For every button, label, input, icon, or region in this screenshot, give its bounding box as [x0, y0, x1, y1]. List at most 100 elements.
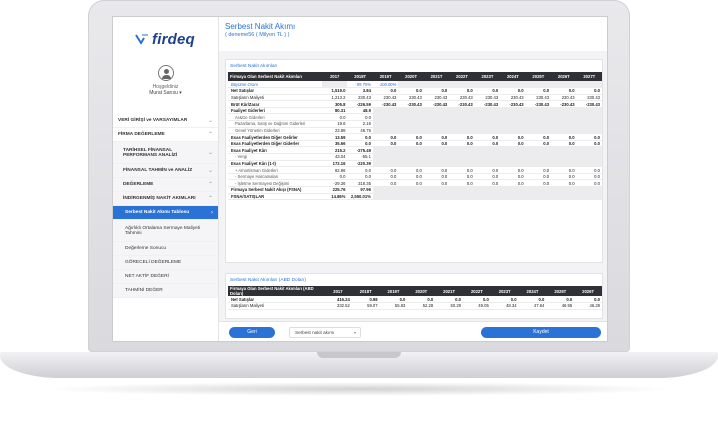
row-label: Satışların Maliyeti — [228, 94, 322, 102]
table-cell: 0.0 — [500, 133, 526, 141]
table-cell — [474, 113, 501, 122]
column-header-label: Firmaya Olan Serbest Nakit Akımları — [228, 72, 322, 81]
table-row: - Vergi 43.04 -55.1 — [228, 153, 602, 161]
table-cell: -226.59 — [347, 100, 373, 108]
table-cell — [576, 81, 602, 89]
table-cell: 416.24 — [324, 296, 352, 304]
sidebar-item-tahmini-deger[interactable]: TAHMİNİ DEĞER — [113, 284, 218, 298]
table-cell — [322, 81, 348, 89]
table-cell: 43.04 — [322, 153, 348, 161]
brand-logo[interactable]: firdeq — [113, 17, 218, 51]
sidebar-item-label: FİRMA DEĞERLEME — [118, 132, 165, 137]
table-cell: 0.0 — [576, 179, 602, 187]
row-label: Satışların Maliyeti — [228, 302, 324, 310]
save-button[interactable]: Kaydet — [481, 327, 601, 338]
table-cell: -275.49 — [347, 146, 373, 155]
table-cell: 0.0 — [372, 87, 399, 95]
table-cell: 0.0 — [449, 140, 475, 148]
table-cell — [500, 113, 526, 122]
table-cell: 0.0 — [551, 140, 577, 148]
laptop-shadow — [40, 382, 678, 396]
table-cell — [551, 113, 577, 122]
sidebar-item-degerleme[interactable]: DEĞERLEME ⌃ — [113, 178, 218, 192]
app-screen: firdeq Hoşgeldiniz Murat Sarısu ▾ VERİ G… — [112, 16, 608, 342]
table-cell: 0.0 — [398, 133, 424, 141]
table-cell — [449, 120, 475, 128]
row-label: Esas Faaliyetlerden Diğer Gelirler — [228, 133, 322, 141]
table-cell: 2.16 — [347, 120, 373, 128]
chevron-up-icon: ⌃ — [207, 182, 213, 188]
card-title: Serbest Nakit Akımları (ABD Doları) — [230, 278, 306, 283]
table-cell — [525, 146, 552, 155]
table-cell: 13.59 — [322, 133, 348, 141]
chevron-down-icon: ⌄ — [207, 168, 213, 174]
column-header-year: 2022T — [462, 286, 491, 296]
table-cell — [474, 120, 501, 128]
sidebar-item-veri-girisi[interactable]: VERİ GİRİŞİ ve VARSAYIMLAR ⌄ — [113, 114, 218, 128]
sidebar-item-goreceli[interactable]: GÖRECELİ DEĞERLEME — [113, 256, 218, 270]
table-cell: 332.52 — [324, 302, 352, 310]
table-cell — [576, 160, 602, 168]
table-cell: 46.75 — [347, 127, 373, 135]
table-cell: 0.0 — [546, 296, 575, 304]
table-cell: 0.0 — [474, 173, 501, 181]
table-cell — [551, 120, 577, 128]
table-cell — [500, 186, 526, 194]
sidebar-item-aosm[interactable]: Ağırlıklı Ortalama Sermaye Maliyeti Tahm… — [113, 220, 218, 242]
column-header-year: 2025T — [546, 286, 575, 296]
table-cell: 0.0 — [398, 179, 424, 187]
table-cell — [525, 81, 552, 89]
table-cell: -230.43 — [551, 100, 577, 108]
table-cell — [500, 153, 526, 161]
table-cell: -220.39 — [347, 160, 373, 168]
table-cell: 2,550.01% — [347, 193, 373, 201]
table-cell — [398, 193, 424, 201]
table-row: - İşletme Sermayesi Değişimi -29.36 318.35… — [228, 179, 602, 187]
table-cell — [449, 160, 475, 168]
sidebar-item-snat[interactable]: Serbest Nakit Akımı Tablosu › — [113, 206, 218, 220]
row-label: Firmaya Serbest Nakit Akışı (FSNA) — [228, 186, 322, 194]
column-header-year: 2019T — [372, 72, 399, 81]
table-cell: 0.0 — [576, 173, 602, 181]
back-button[interactable]: Geri — [229, 327, 275, 338]
table-cell — [372, 107, 399, 115]
table-cell — [525, 153, 552, 161]
table-row: Faaliyet Giderleri 80.31 48.9 — [228, 107, 602, 115]
table-cell — [551, 107, 577, 115]
chevron-down-icon: ⌄ — [207, 150, 213, 156]
view-select[interactable]: Serbest nakit akımı ▾ — [289, 327, 361, 338]
table-cell: 0.0 — [576, 166, 602, 174]
table-cell — [551, 193, 577, 201]
sidebar-item-indirgenmis[interactable]: İNDİRGENMİŞ NAKİT AKIMLARI ⌃ — [113, 192, 218, 206]
sidebar-item-label: Ağırlıklı Ortalama Sermaye Maliyeti Tahm… — [125, 225, 201, 236]
table-row: Esas Faaliyetlerden Diğer Giderler 35.66 0… — [228, 140, 602, 148]
sidebar-item-firma-degerleme[interactable]: FİRMA DEĞERLEME ⌃ — [113, 128, 218, 142]
sidebar-item-finansal-tahmin[interactable]: FİNANSAL TAHMİN ve ANALİZ ⌄ — [113, 164, 218, 178]
table-cell — [474, 81, 501, 89]
table-cell: 305.8 — [322, 100, 348, 108]
table-row: Satışların Maliyeti 332.52 59.07 55.83 52.28… — [228, 302, 602, 310]
sidebar-item-tarihsel[interactable]: TARİHSEL FİNANSAL PERFORMANS ANALİZİ ⌄ — [113, 142, 218, 164]
table-cell — [372, 193, 399, 201]
avatar[interactable] — [157, 65, 174, 81]
table-cell: 0.0 — [518, 296, 547, 304]
table-cell: 0.0 — [423, 140, 450, 148]
table-cell: -55.1 — [347, 153, 373, 161]
table-cell — [372, 127, 399, 135]
table-cell — [474, 186, 501, 194]
user-menu[interactable]: Murat Sarısu ▾ — [113, 90, 218, 96]
table-cell: 14.86% — [322, 193, 348, 201]
table-cell — [398, 113, 424, 122]
table-cell — [449, 153, 475, 161]
sidebar-item-degerleme-sonucu[interactable]: Değerleme Sonucu — [113, 242, 218, 256]
table-cell: 0.0 — [347, 166, 373, 174]
column-header-year: 2020T — [398, 72, 424, 81]
table-cell: 0.0 — [423, 173, 450, 181]
table-cell: 0.0 — [551, 179, 577, 187]
sidebar-item-net-aktif[interactable]: NET AKTİF DEĞERİ — [113, 270, 218, 284]
table-cell — [372, 120, 399, 128]
table-cell: 0.0 — [462, 296, 491, 304]
laptop-notch — [317, 352, 401, 358]
table-row: + Amortisman Giderleri 82.96 0.0 0.0 0.0 0.0 0… — [228, 166, 602, 174]
table-cell — [576, 186, 602, 194]
